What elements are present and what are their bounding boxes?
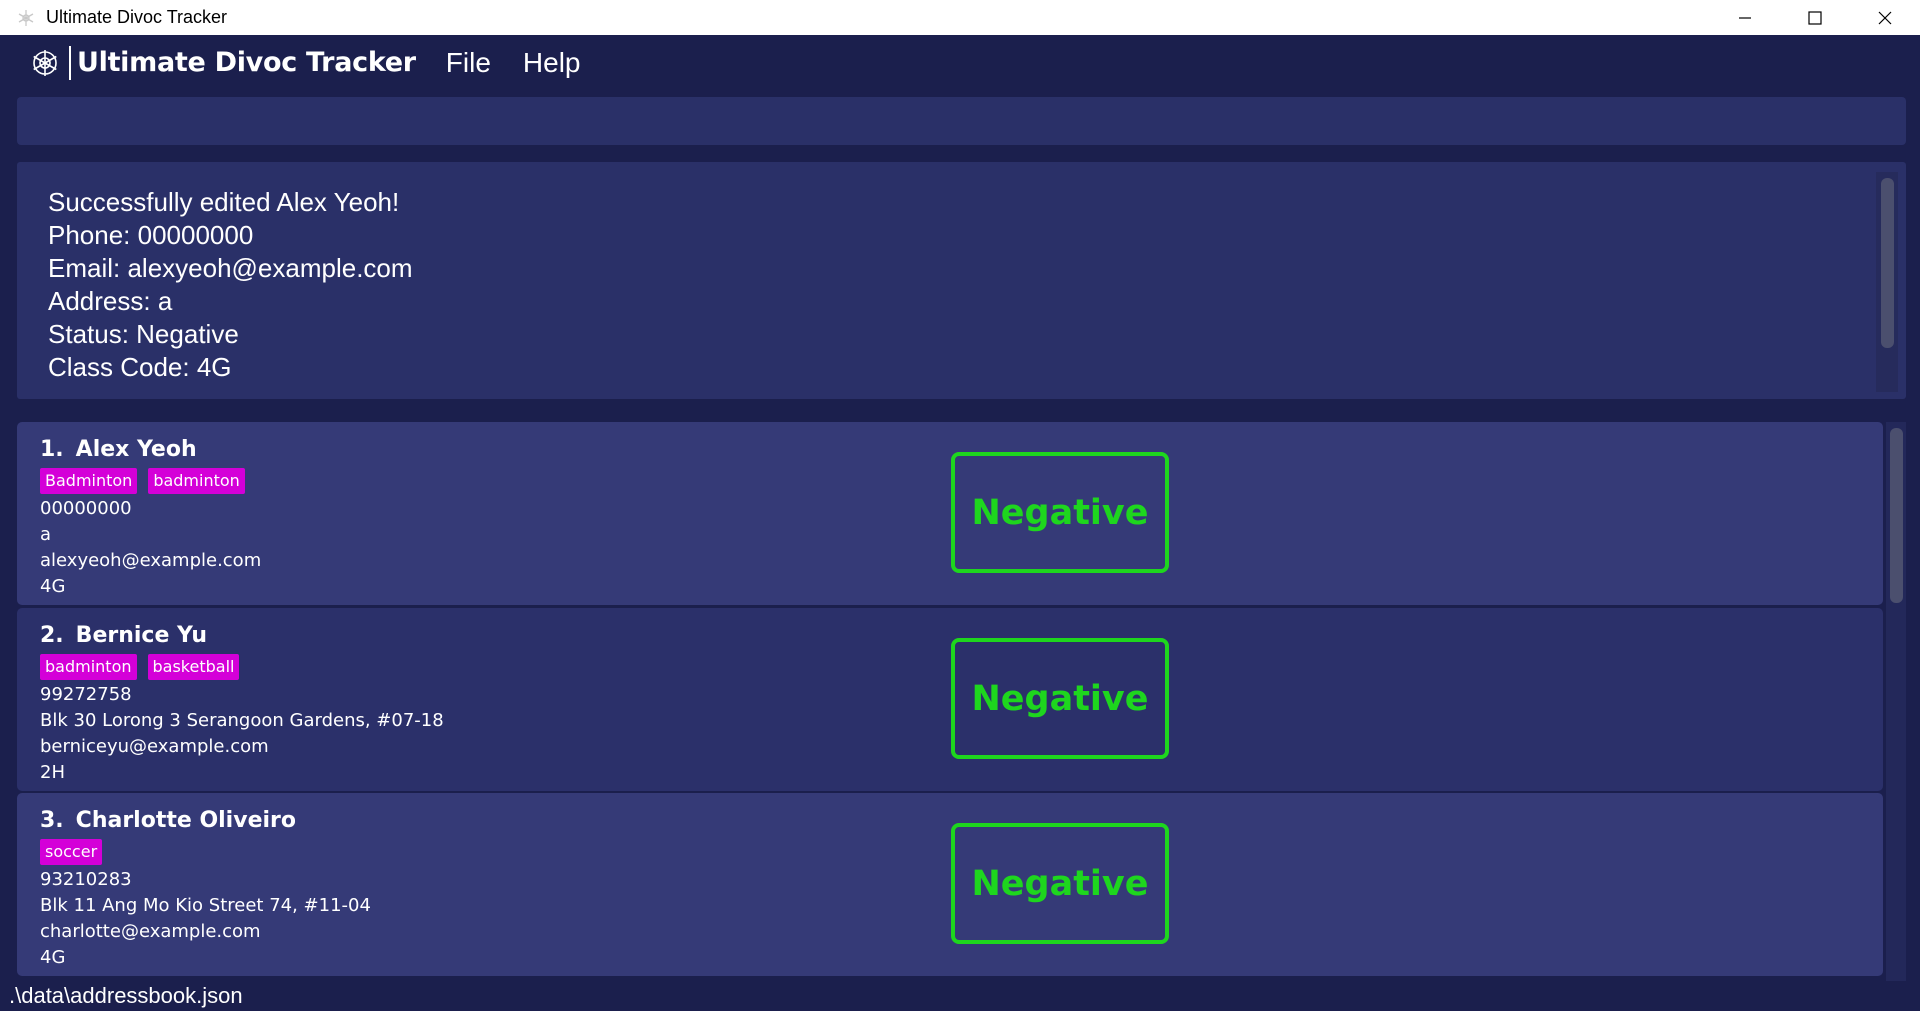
window-title: Ultimate Divoc Tracker [46,7,228,27]
window-controls [1710,0,1920,35]
person-email: charlotte@example.com [40,921,261,942]
person-card[interactable]: 3. Charlotte Oliveiro soccer 93210283 Blk… [17,793,1883,976]
person-phone: 93210283 [40,869,132,890]
person-details: 1. Alex Yeoh Badminton badminton 00000000… [40,434,261,600]
title-bar: Ultimate Divoc Tracker [0,0,1920,35]
person-index: 3. [40,808,64,833]
result-line: Successfully edited Alex Yeoh! [48,187,400,217]
minimize-icon [1739,16,1751,19]
list-scrollbar[interactable] [1886,422,1906,994]
tag: Badminton [40,468,138,494]
menu-bar: Ultimate Divoc Tracker File Help [0,35,1920,90]
result-line: Class Code: 4G [48,352,232,382]
app-content: Ultimate Divoc Tracker File Help Success… [0,35,1920,1011]
app-icon [18,9,34,26]
person-phone: 99272758 [40,684,132,705]
result-text: Successfully edited Alex Yeoh! Phone: 00… [48,186,413,384]
tag: badminton [40,654,137,680]
person-address: a [40,524,52,545]
command-input[interactable] [17,97,1906,145]
close-button[interactable] [1850,0,1920,35]
person-address: Blk 30 Lorong 3 Serangoon Gardens, #07-1… [40,710,444,731]
person-details: 3. Charlotte Oliveiro soccer 93210283 Blk… [40,805,371,971]
person-name: 1. Alex Yeoh [40,434,261,466]
person-name: 3. Charlotte Oliveiro [40,805,371,837]
result-display: Successfully edited Alex Yeoh! Phone: 00… [17,162,1906,399]
person-name: 2. Bernice Yu [40,620,444,652]
list-scrollbar-thumb[interactable] [1890,428,1903,603]
person-index: 1. [40,437,64,462]
status-badge: Negative [951,452,1169,573]
person-name-text: Charlotte Oliveiro [75,808,296,833]
result-line: Status: Negative [48,319,239,349]
status-bar: .\data\addressbook.json [0,981,1920,1011]
brand-divider [69,45,71,80]
menu-file[interactable]: File [444,43,493,83]
person-name-text: Alex Yeoh [75,437,197,462]
status-text: Negative [971,678,1149,719]
person-phone: 00000000 [40,498,132,519]
person-address: Blk 11 Ang Mo Kio Street 74, #11-04 [40,895,371,916]
maximize-button[interactable] [1780,0,1850,35]
person-list: 1. Alex Yeoh Badminton badminton 00000000… [17,422,1906,994]
person-email: alexyeoh@example.com [40,550,262,571]
tag: soccer [40,839,103,865]
tag-list: badminton basketball [40,654,444,682]
save-location: .\data\addressbook.json [9,983,243,1008]
person-index: 2. [40,623,64,648]
person-name-text: Bernice Yu [75,623,208,648]
app-window: Ultimate Divoc Tracker Ultimate Divoc Tr… [0,0,1920,1011]
tag-list: soccer [40,839,371,867]
status-text: Negative [971,863,1149,904]
person-card[interactable]: 2. Bernice Yu badminton basketball 992727… [17,608,1883,791]
minimize-button[interactable] [1710,0,1780,35]
person-email: berniceyu@example.com [40,736,269,757]
result-line: Phone: 00000000 [48,220,254,250]
person-class-code: 4G [40,947,66,968]
status-text: Negative [971,492,1149,533]
person-class-code: 2H [40,762,65,783]
person-class-code: 4G [40,576,66,597]
status-badge: Negative [951,823,1169,944]
command-box [17,97,1906,145]
tag: basketball [147,654,240,680]
snowflake-gear-icon [33,49,57,76]
tag: badminton [148,468,245,494]
tag-list: Badminton badminton [40,468,261,496]
person-card[interactable]: 1. Alex Yeoh Badminton badminton 00000000… [17,422,1883,605]
app-brand: Ultimate Divoc Tracker [77,47,416,78]
result-line: Address: a [48,286,173,316]
status-badge: Negative [951,638,1169,759]
result-scrollbar[interactable] [1876,172,1898,392]
result-line: Email: alexyeoh@example.com [48,253,413,283]
person-details: 2. Bernice Yu badminton basketball 992727… [40,620,444,786]
close-icon [1878,11,1892,24]
result-scrollbar-thumb[interactable] [1881,178,1894,348]
menu-help[interactable]: Help [521,43,583,83]
maximize-icon [1808,10,1822,25]
